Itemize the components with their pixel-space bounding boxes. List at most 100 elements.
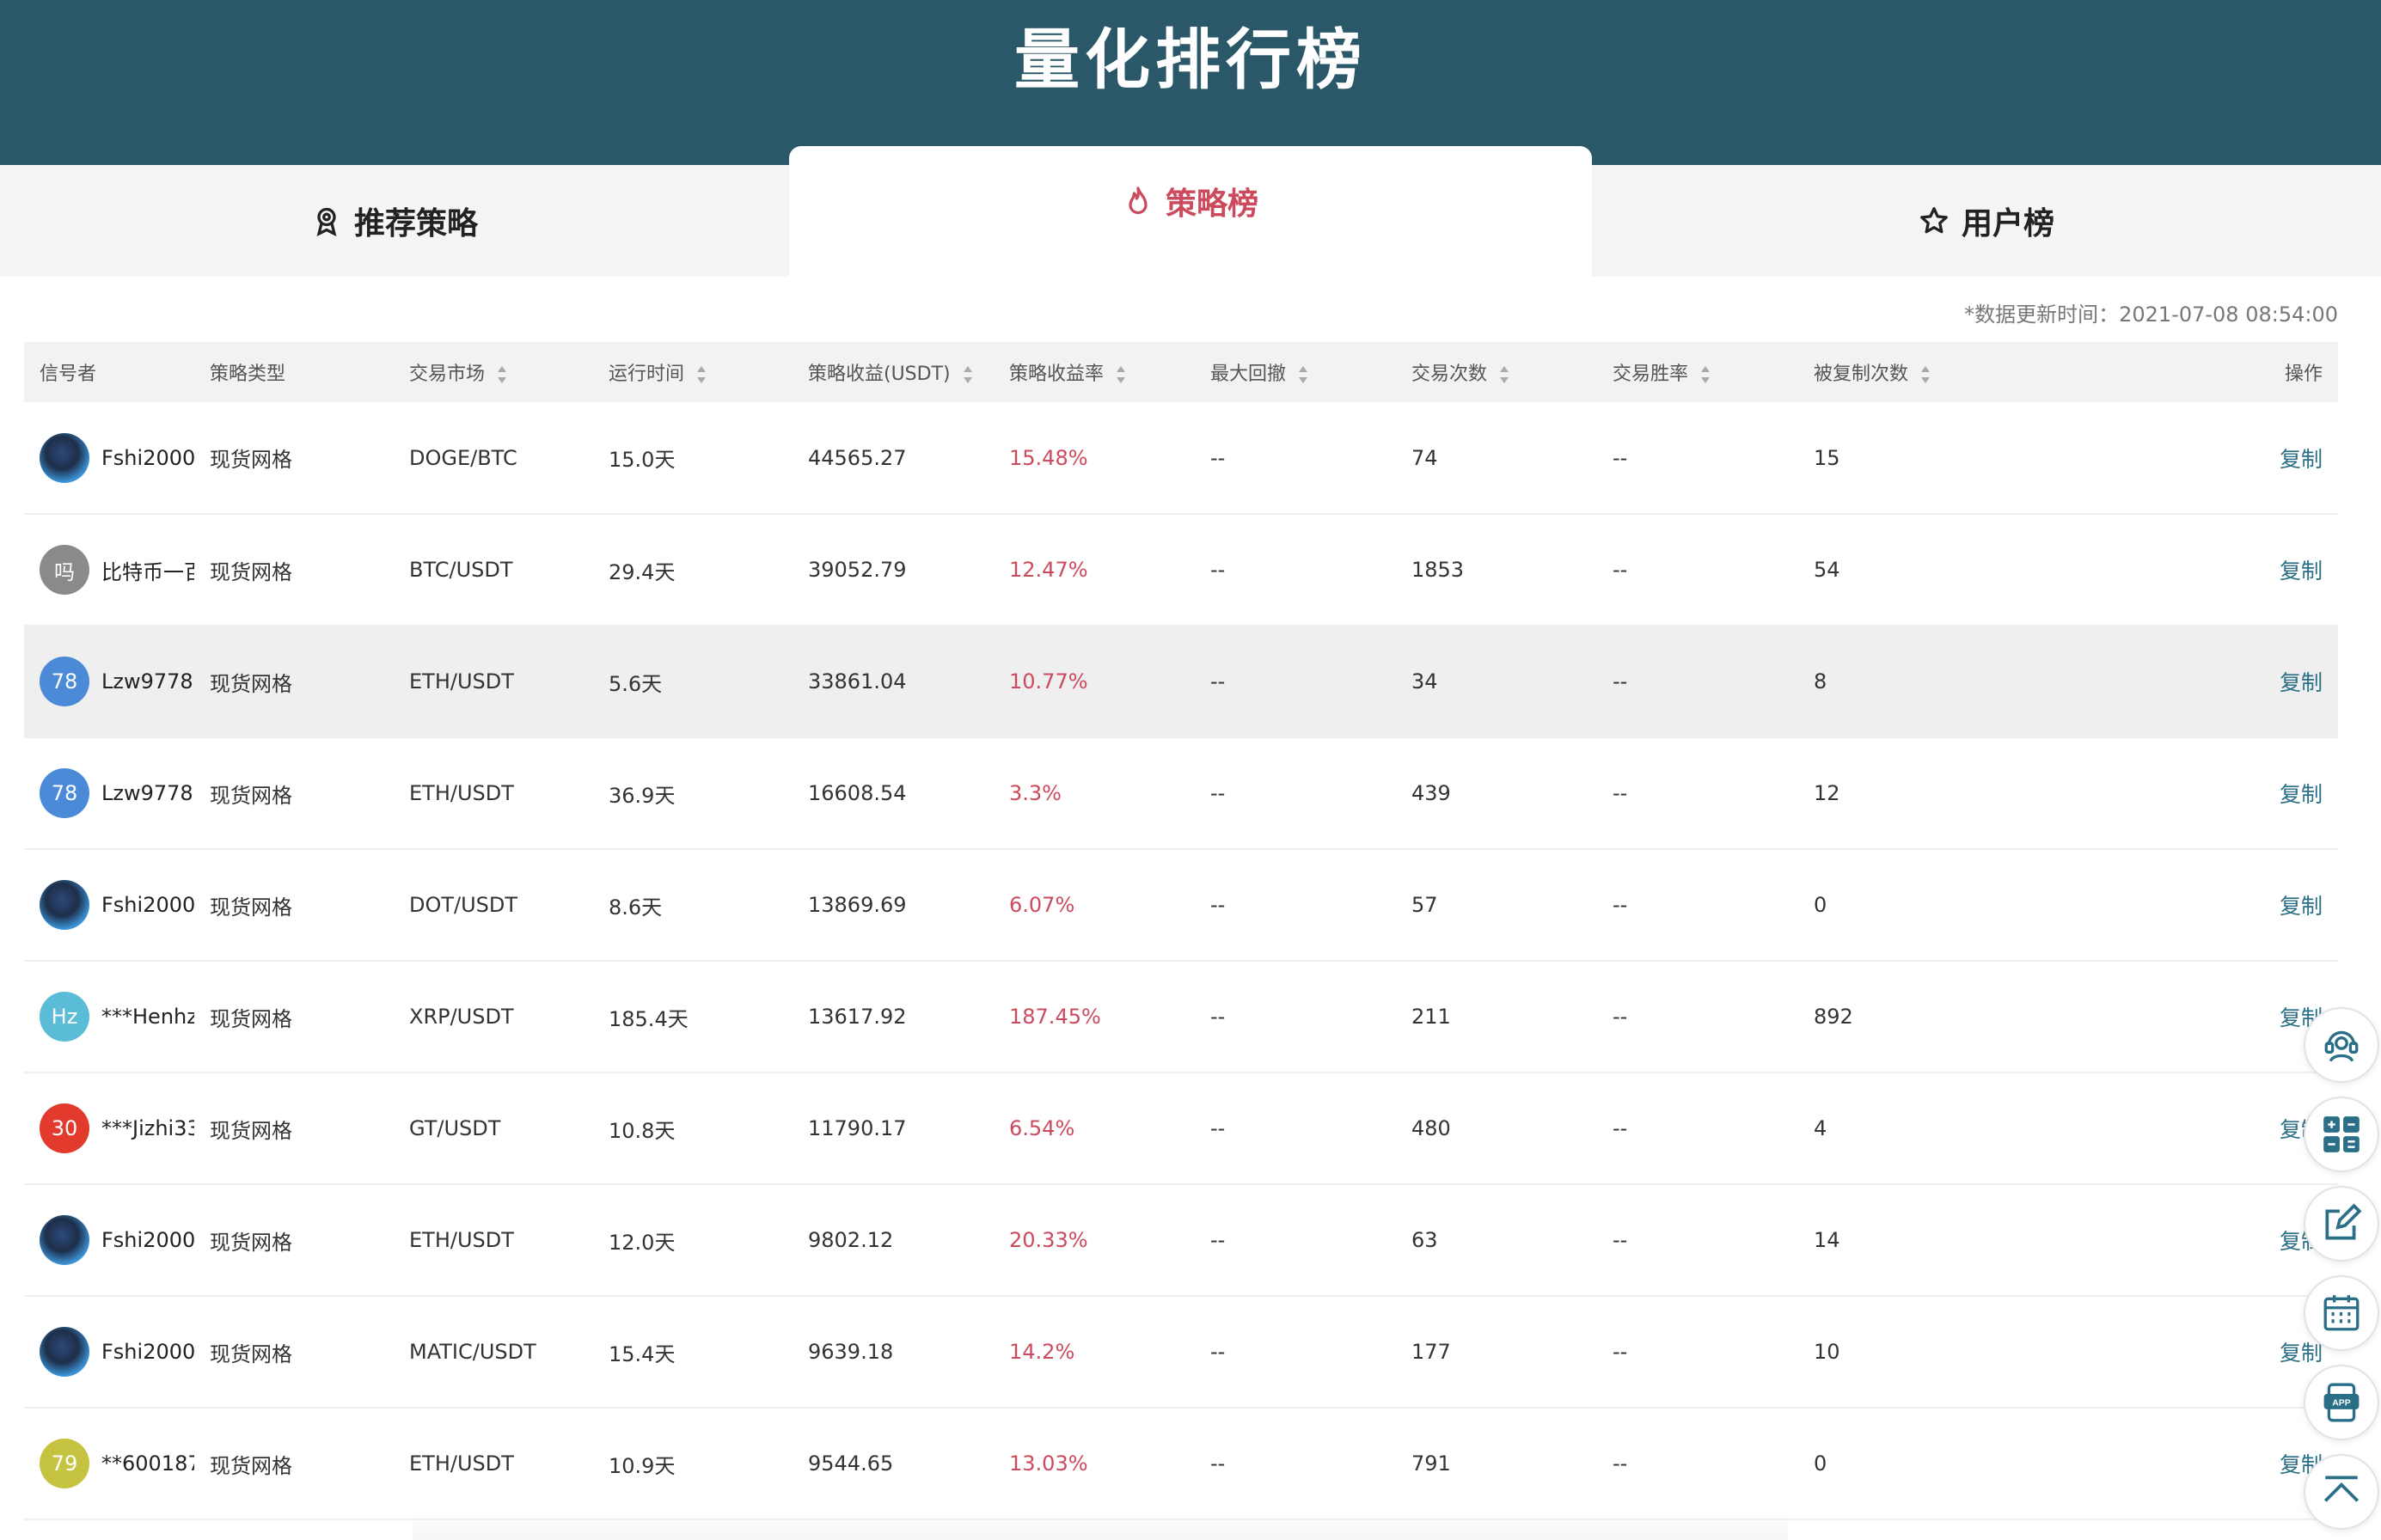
max-drawdown-cell: -- — [1210, 558, 1226, 582]
runtime-cell: 8.6天 — [609, 895, 663, 920]
sort-icon[interactable] — [1499, 366, 1509, 383]
profit-cell: 9639.18 — [808, 1340, 894, 1364]
max-drawdown-cell: -- — [1210, 893, 1226, 917]
signaler-name[interactable]: Fshi2000 — [101, 1340, 194, 1364]
tab-users[interactable]: 用户榜 — [1592, 165, 2381, 277]
avatar[interactable]: 吗 — [40, 545, 89, 595]
signaler-cell: Fshi2000V6 — [24, 1184, 194, 1296]
action-cell: 复制 — [1999, 961, 2338, 1072]
avatar[interactable]: Hz — [40, 992, 89, 1042]
signaler[interactable]: 30***Jizhi330V3 — [40, 1103, 194, 1153]
signaler[interactable]: Hz***HenhzV5 — [40, 992, 194, 1042]
copy-button[interactable]: 复制 — [2280, 670, 2323, 695]
market-cell: BTC/USDT — [409, 558, 513, 582]
trades-cell: 34 — [1411, 669, 1438, 694]
signaler-name[interactable]: Lzw9778 — [101, 781, 193, 805]
strategy-type-cell: 现货网格 — [210, 895, 292, 920]
table-row: 78Lzw9778V6现货网格ETH/USDT36.9天16608.543.3%… — [24, 737, 2338, 849]
table-header-row: 信号者 策略类型 交易市场 运行时间 策略收益(USDT) 策略收益率 最大回撤… — [24, 342, 2338, 402]
trades-cell: 63 — [1411, 1228, 1438, 1252]
avatar[interactable] — [40, 880, 89, 930]
signaler[interactable]: Fshi2000V6 — [40, 880, 194, 930]
runtime-cell: 15.4天 — [609, 1341, 676, 1366]
signaler-name[interactable]: ***Henhz — [101, 1005, 194, 1029]
signaler-name[interactable]: Lzw9778 — [101, 669, 193, 694]
col-win-rate[interactable]: 交易胜率 — [1597, 342, 1798, 402]
col-profit[interactable]: 策略收益(USDT) — [793, 342, 994, 402]
edit-button[interactable] — [2304, 1186, 2379, 1262]
signaler-name[interactable]: Fshi2000 — [101, 893, 194, 917]
avatar[interactable]: 79 — [40, 1439, 89, 1488]
sort-icon[interactable] — [696, 366, 707, 383]
market-cell: ETH/USDT — [409, 669, 514, 694]
signaler[interactable]: Fshi2000V6 — [40, 1327, 194, 1377]
profit-rate-cell: 3.3% — [1009, 781, 1062, 805]
col-market[interactable]: 交易市场 — [394, 342, 593, 402]
calculator-button[interactable] — [2304, 1097, 2379, 1172]
sort-icon[interactable] — [497, 366, 507, 383]
signaler-name[interactable]: **6001879** — [101, 1451, 194, 1476]
customer-service-icon — [2324, 1030, 2359, 1062]
market-cell: DOT/USDT — [409, 893, 518, 917]
copies-cell: 10 — [1814, 1340, 1840, 1364]
signaler[interactable]: 79**6001879**V2 — [40, 1439, 194, 1488]
calculator-icon — [2323, 1116, 2360, 1152]
sort-icon[interactable] — [963, 366, 973, 383]
calendar-icon — [2323, 1295, 2360, 1331]
signaler[interactable]: Fshi2000V6 — [40, 432, 194, 483]
avatar[interactable]: 78 — [40, 768, 89, 818]
avatar[interactable] — [40, 432, 89, 483]
calendar-button[interactable] — [2304, 1275, 2379, 1351]
copy-button[interactable]: 复制 — [2280, 782, 2323, 807]
avatar[interactable]: 78 — [40, 657, 89, 706]
trades-cell: 1853 — [1411, 558, 1465, 582]
copies-cell: 0 — [1814, 1451, 1827, 1476]
signaler-name[interactable]: Fshi2000 — [101, 1228, 194, 1252]
copy-button[interactable]: 复制 — [2280, 447, 2323, 472]
page-banner: 量化排行榜 — [0, 0, 2381, 165]
back-to-top-button[interactable] — [2304, 1454, 2379, 1530]
table-row: Hz***HenhzV5现货网格XRP/USDT185.4天13617.9218… — [24, 961, 2338, 1072]
trades-cell: 211 — [1411, 1005, 1451, 1029]
sort-icon[interactable] — [1700, 366, 1711, 383]
trades-cell: 177 — [1411, 1340, 1451, 1364]
col-runtime[interactable]: 运行时间 — [593, 342, 793, 402]
app-download-button[interactable]: APP — [2304, 1365, 2379, 1440]
runtime-cell: 15.0天 — [609, 448, 676, 472]
trades-cell: 791 — [1411, 1451, 1451, 1476]
col-max-drawdown[interactable]: 最大回撤 — [1195, 342, 1396, 402]
signaler[interactable]: 78Lzw9778V6 — [40, 657, 194, 706]
win-rate-cell: -- — [1613, 1116, 1628, 1140]
tab-strategy-ranking[interactable]: 策略榜 — [789, 146, 1592, 277]
signaler-name[interactable]: Fshi2000 — [101, 446, 194, 470]
table-row: Fshi2000V6 现货网格 MATIC/USDT 15.4天 9639.18 14.2… — [24, 1296, 2338, 1408]
avatar[interactable] — [40, 1215, 89, 1265]
signaler[interactable]: Fshi2000V6 — [40, 1215, 194, 1265]
copy-button[interactable]: 复制 — [2280, 1341, 2323, 1366]
signaler[interactable]: 78Lzw9778V6 — [40, 768, 194, 818]
customer-service-button[interactable] — [2304, 1007, 2379, 1083]
sort-icon[interactable] — [1298, 366, 1308, 383]
trades-cell: 57 — [1411, 893, 1438, 917]
profit-cell: 13869.69 — [808, 893, 907, 917]
signaler-name[interactable]: 比特币一百万刀... — [101, 555, 194, 585]
signaler-name[interactable]: ***Jizhi330 — [101, 1116, 194, 1140]
market-cell: MATIC/USDT — [409, 1340, 536, 1364]
tab-recommended[interactable]: 推荐策略 — [0, 165, 789, 277]
avatar[interactable]: 30 — [40, 1103, 89, 1153]
copy-button[interactable]: 复制 — [2280, 894, 2323, 919]
action-cell: 复制 — [1999, 1408, 2338, 1519]
table-row: 30***Jizhi330V3现货网格GT/USDT10.8天11790.176… — [24, 1072, 2338, 1184]
market-cell: GT/USDT — [409, 1116, 501, 1140]
col-copies[interactable]: 被复制次数 — [1798, 342, 1999, 402]
sort-icon[interactable] — [1920, 366, 1931, 383]
strategy-type-cell: 现货网格 — [210, 559, 292, 584]
copy-button[interactable]: 复制 — [2280, 559, 2323, 584]
signaler[interactable]: 吗比特币一百万刀...V6 — [40, 545, 194, 595]
avatar[interactable] — [40, 1327, 89, 1377]
sort-icon[interactable] — [1116, 366, 1126, 383]
win-rate-cell: -- — [1613, 669, 1628, 694]
col-trades[interactable]: 交易次数 — [1396, 342, 1597, 402]
col-profit-rate[interactable]: 策略收益率 — [994, 342, 1195, 402]
award-icon — [316, 207, 337, 236]
